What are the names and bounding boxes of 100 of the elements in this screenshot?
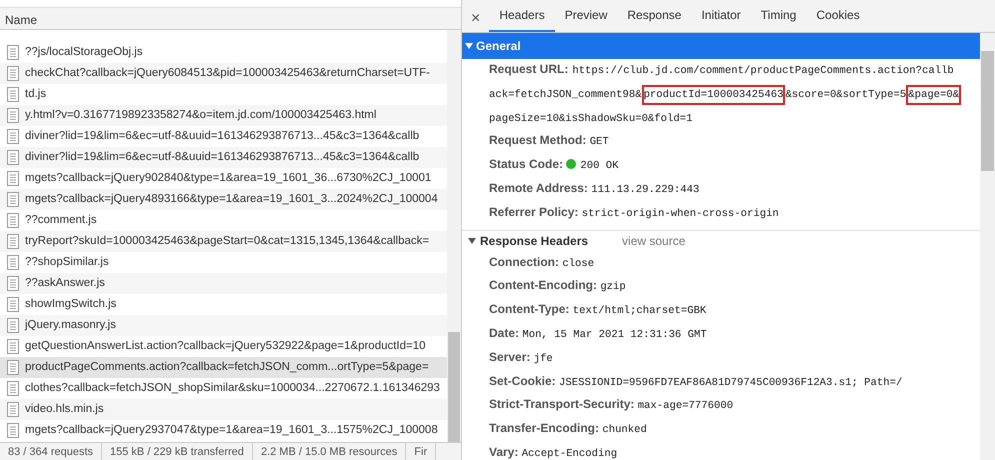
request-row[interactable]: jQuery.masonry.js <box>0 315 447 336</box>
request-name: clothes?callback=fetchJSON_shopSimilar&sku=1000034...2270672.1.161346293 <box>25 380 440 396</box>
request-name: diviner?lid=19&lim=6&ec=utf-8&uuid=161346293876713...45&c3=1364&callb <box>25 128 420 144</box>
field-value: 200 OK <box>580 160 619 172</box>
field-label: Vary: <box>489 444 518 459</box>
file-icon <box>7 339 19 354</box>
field-value: GET <box>590 136 609 148</box>
field-label: Server: <box>489 350 530 364</box>
request-name: tryReport?skuId=100003425463&pageStart=0&cat=1315,1345,1364&callback= <box>25 234 430 249</box>
file-icon <box>7 150 19 165</box>
request-name: video.hls.min.js <box>25 402 104 417</box>
status-text: 2.2 MB / 15.0 MB resources <box>252 443 406 460</box>
expanded-triangle-icon[interactable] <box>468 237 476 246</box>
url-text: &score=0&sortType=5 <box>785 88 906 101</box>
file-icon <box>7 192 19 207</box>
tab[interactable]: Cookies <box>806 6 870 32</box>
field-label: Content-Type: <box>489 302 570 316</box>
file-icon <box>7 381 19 396</box>
file-icon <box>7 213 19 228</box>
tab[interactable]: Initiator <box>691 6 751 32</box>
request-row[interactable]: td.js <box>0 84 447 105</box>
request-row[interactable]: ??shopSimilar.js <box>0 252 447 273</box>
file-icon <box>7 87 19 102</box>
request-row[interactable]: tryReport?skuId=100003425463&pageStart=0&cat=1315,1345,1364&callback= <box>0 231 447 252</box>
request-row[interactable]: y.html?v=0.31677198923358274&o=item.jd.com/100003425463.html <box>0 105 447 126</box>
file-icon <box>7 234 19 249</box>
request-name: showImgSwitch.js <box>25 296 116 312</box>
field-label: Remote Address: <box>489 180 588 195</box>
tab[interactable]: Timing <box>750 6 806 32</box>
field-value: chunked <box>602 424 647 436</box>
request-name: td.js <box>25 86 46 102</box>
field-value: strict-origin-when-cross-origin <box>582 208 779 220</box>
request-name: diviner?lid=19&lim=6&ec=utf-8&uuid=161346293876713...45&c3=1364&callb <box>25 150 420 165</box>
file-icon <box>7 360 19 375</box>
request-row[interactable]: mgets?callback=jQuery4893166&type=1&area=19_1601_3...2024%2CJ_100004 <box>0 189 447 210</box>
file-icon <box>7 402 19 417</box>
field-value: max-age=7776000 <box>638 400 734 412</box>
request-name: jQuery.masonry.js <box>25 318 116 333</box>
file-icon <box>7 318 19 333</box>
request-row[interactable]: productPageComments.action?callback=fetchJSON_comm...ortType=5&page= <box>0 357 447 378</box>
field-label: Date: <box>489 326 520 340</box>
request-row[interactable]: diviner?lid=19&lim=6&ec=utf-8&uuid=161346293876713...45&c3=1364&callb <box>0 147 447 168</box>
request-row[interactable]: showImgSwitch.js <box>0 294 447 315</box>
request-row[interactable]: mgets?callback=jQuery902840&type=1&area=19_1601_36...6730%2CJ_10001 <box>0 168 447 189</box>
field-value: 111.13.29.229:443 <box>591 184 700 196</box>
field-label: Transfer-Encoding: <box>489 421 600 436</box>
field-label: Set-Cookie: <box>489 374 556 388</box>
request-row[interactable]: clothes?callback=fetchJSON_shopSimilar&sku=1000034...2270672.1.161346293 <box>0 378 447 399</box>
request-name: mgets?callback=jQuery4893166&type=1&area=19_1601_3...2024%2CJ_100004 <box>25 192 438 207</box>
file-icon <box>7 276 19 291</box>
file-icon <box>7 45 19 60</box>
file-icon <box>7 297 19 312</box>
tab[interactable]: Response <box>617 6 692 32</box>
request-name: mgets?callback=jQuery902840&type=1&area=19_1601_36...6730%2CJ_10001 <box>25 170 432 186</box>
section-header[interactable]: Response Headers view source <box>462 230 980 252</box>
field-label: Referrer Policy: <box>489 204 578 219</box>
field-value: gzip <box>600 281 626 294</box>
field-label: Request Method: <box>489 133 586 148</box>
request-row[interactable]: ??comment.js <box>0 210 447 231</box>
field-label: Request URL: <box>489 61 568 78</box>
field-label: Strict-Transport-Security: <box>489 397 634 412</box>
file-icon <box>7 66 19 81</box>
file-icon <box>7 423 19 438</box>
file-icon <box>7 129 19 144</box>
column-header[interactable]: Name <box>0 8 461 30</box>
request-name: ??shopSimilar.js <box>25 254 109 270</box>
field-value: close <box>562 258 594 270</box>
request-row[interactable]: checkChat?callback=jQuery6084513&pid=100003425463&returnCharset=UTF- <box>0 63 447 84</box>
field-value: Accept-Encoding <box>522 448 618 460</box>
file-icon <box>7 255 19 270</box>
tab[interactable]: Preview <box>554 6 618 32</box>
scrollbar[interactable] <box>447 30 461 442</box>
request-row[interactable]: video.hls.min.js <box>0 399 447 420</box>
request-name: ??askAnswer.js <box>25 276 105 291</box>
field-label: Content-Encoding: <box>489 278 597 292</box>
field-label: Status Code: <box>489 157 564 172</box>
status-text: Fir <box>406 443 436 460</box>
scrollbar-thumb[interactable] <box>448 332 460 442</box>
request-name: ??comment.js <box>25 212 97 228</box>
request-row[interactable]: mgets?callback=jQuery2937047&type=1&area=19_1601_3...1575%2CJ_100008 <box>0 420 447 441</box>
close-button[interactable]: × <box>462 11 490 32</box>
request-row[interactable]: ??askAnswer.js <box>0 273 447 294</box>
request-name: productPageComments.action?callback=fetchJSON_comm...ortType=5&page= <box>25 360 429 375</box>
scrollbar[interactable] <box>980 33 995 460</box>
request-name: mgets?callback=jQuery2937047&type=1&area=19_1601_3...1575%2CJ_100008 <box>25 422 438 438</box>
field-value: Mon, 15 Mar 2021 12:31:36 GMT <box>522 328 707 341</box>
section-header[interactable]: General <box>462 33 980 59</box>
scrollbar-thumb[interactable] <box>981 51 994 171</box>
field-value: jfe <box>534 352 553 365</box>
status-text: 83 / 364 requests <box>0 443 102 460</box>
file-icon <box>7 108 19 123</box>
request-name: ??js/localStorageObj.js <box>25 44 143 60</box>
request-row[interactable]: getQuestionAnswerList.action?callback=jQuery532922&page=1&productId=10 <box>0 336 447 357</box>
request-name: getQuestionAnswerList.action?callback=jQuery532922&page=1&productId=10 <box>25 338 426 354</box>
expanded-triangle-icon[interactable] <box>465 42 473 50</box>
url-text: ack=fetchJSON_comment98& <box>489 88 642 101</box>
request-row[interactable]: ??js/localStorageObj.js <box>0 42 447 63</box>
url-text: pageSize=10&isShadowSku=0&fold=1 <box>489 112 692 125</box>
request-row[interactable]: diviner?lid=19&lim=6&ec=utf-8&uuid=161346293876713...45&c3=1364&callb <box>0 126 447 147</box>
highlight-box: productId=100003425463 <box>644 86 784 103</box>
